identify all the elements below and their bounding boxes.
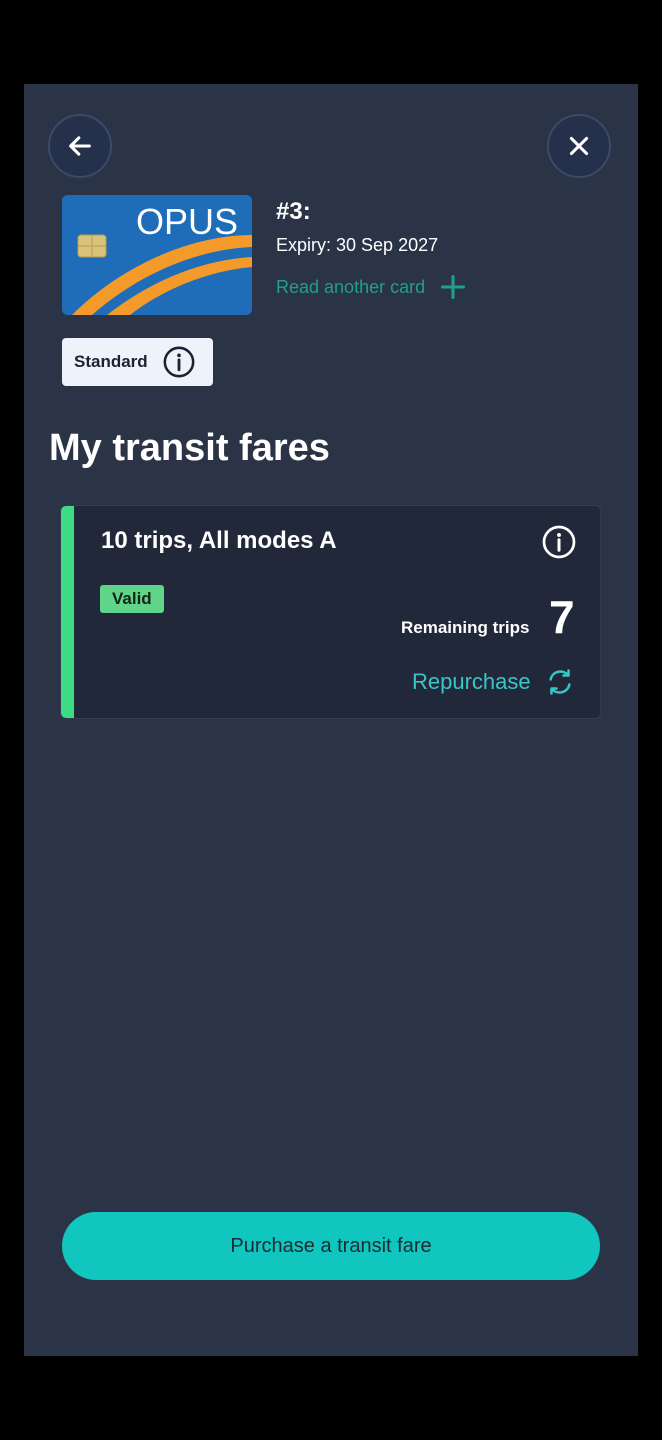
opus-card-image: OPUS: [62, 195, 252, 315]
app-screen: OPUS #3: Expiry: 30 Sep 2027 Read anothe…: [24, 84, 638, 1356]
read-another-card-button[interactable]: Read another card: [276, 270, 467, 304]
repurchase-button[interactable]: Repurchase: [412, 667, 575, 697]
remaining-trips-value: 7: [549, 591, 575, 643]
read-another-card-label: Read another card: [276, 276, 426, 297]
card-number: #3:: [276, 198, 311, 225]
remaining-trips-label: Remaining trips: [401, 618, 530, 637]
page-title: My transit fares: [49, 427, 330, 469]
arrow-left-icon: [69, 136, 91, 156]
fare-profile-label: Standard: [74, 352, 148, 371]
refresh-icon: [545, 667, 575, 697]
repurchase-label: Repurchase: [412, 669, 531, 694]
fare-name: 10 trips, All modes A: [101, 527, 337, 554]
fare-status-accent: [61, 506, 74, 718]
status-badge: Valid: [100, 585, 164, 613]
info-icon[interactable]: [162, 345, 196, 379]
back-button[interactable]: [48, 114, 112, 178]
opus-logo-text: OPUS: [136, 201, 238, 242]
close-button[interactable]: [547, 114, 611, 178]
info-icon[interactable]: [541, 524, 577, 560]
plus-icon: [439, 273, 467, 301]
close-icon: [569, 136, 589, 156]
fare-card[interactable]: 10 trips, All modes A Valid Remaining tr…: [60, 505, 601, 719]
card-expiry: Expiry: 30 Sep 2027: [276, 235, 439, 255]
purchase-transit-fare-button[interactable]: Purchase a transit fare: [62, 1212, 600, 1280]
fare-profile-badge[interactable]: Standard: [62, 338, 213, 386]
